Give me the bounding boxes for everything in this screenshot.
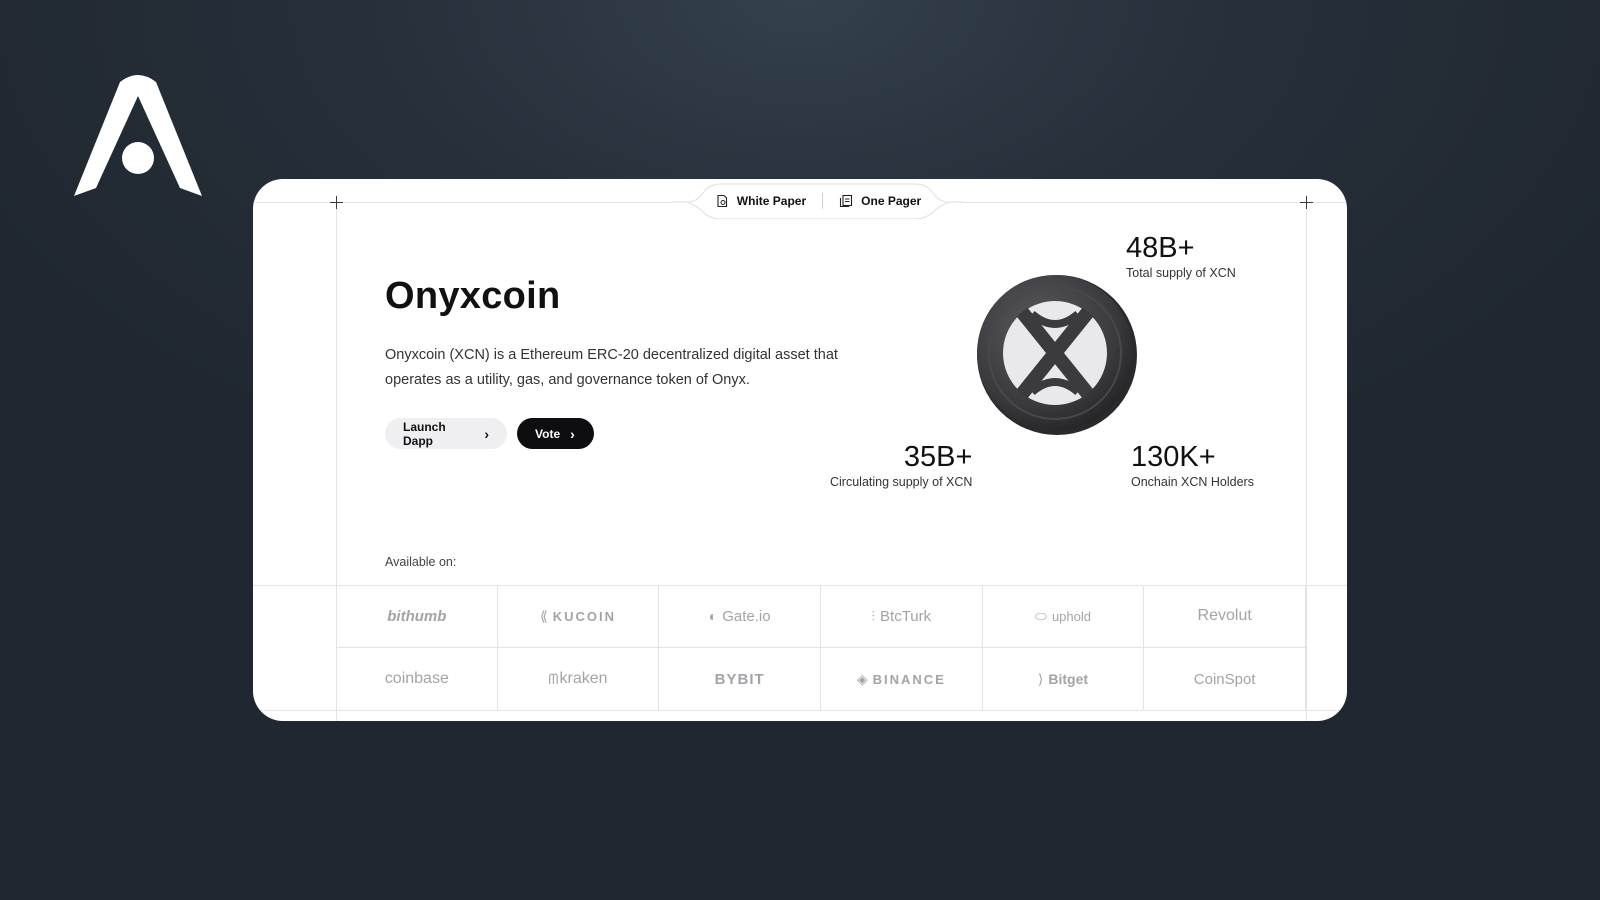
exchange-revolut[interactable]: Revolut	[1144, 585, 1306, 648]
tab-label: One Pager	[861, 194, 922, 208]
exchange-name: Revolut	[1197, 607, 1252, 624]
gate-icon: ◐	[708, 608, 718, 624]
exchange-name: bithumb	[387, 607, 447, 625]
kraken-icon: ᗰ	[548, 670, 559, 687]
tab-label: White Paper	[736, 194, 807, 208]
exchange-name: BYBIT	[714, 670, 765, 688]
exchange-name: CoinSpot	[1193, 670, 1256, 688]
launch-dapp-button[interactable]: Launch Dapp ›	[385, 418, 507, 449]
stat-value: 130K+	[1131, 441, 1216, 473]
document-icon	[717, 194, 727, 208]
kucoin-icon: ⟪	[539, 607, 548, 624]
stat-label: Total supply of XCN	[1126, 266, 1236, 280]
exchange-name: coinbase	[384, 670, 449, 687]
stat-holders: 130K+ Onchain XCN Holders	[1131, 440, 1254, 489]
exchange-name: Bitget	[1048, 671, 1089, 687]
exchange-coinspot[interactable]: CoinSpot	[1144, 648, 1306, 711]
vote-button[interactable]: Vote ›	[517, 418, 594, 449]
exchange-grid: bithumb ⟪ KUCOIN ◐ Gate.io ⫶ BtcTurk ⬭ u…	[336, 585, 1306, 711]
available-on-label: Available on:	[385, 555, 457, 569]
exchange-name: KUCOIN	[552, 608, 617, 624]
uphold-icon: ⬭	[1034, 607, 1047, 624]
stat-value: 48B+	[1126, 232, 1195, 264]
exchange-btcturk[interactable]: ⫶ BtcTurk	[821, 585, 983, 648]
onyxcoin-logo-icon	[977, 275, 1137, 435]
page-title: Onyxcoin	[385, 275, 561, 317]
stat-value: 35B+	[903, 441, 973, 473]
binance-icon: ◈	[856, 670, 868, 687]
frame-line-right	[1306, 202, 1307, 721]
pages-icon	[840, 194, 853, 208]
exchange-binance[interactable]: ◈ BINANCE	[821, 648, 983, 711]
exchange-name: kraken	[559, 670, 608, 687]
tab-white-paper[interactable]: White Paper	[699, 194, 822, 208]
crosshair-icon	[1300, 196, 1313, 209]
exchange-kraken[interactable]: ᗰ kraken	[497, 648, 660, 711]
exchange-uphold[interactable]: ⬭ uphold	[982, 585, 1145, 648]
exchange-name: Gate.io	[722, 607, 771, 625]
btcturk-icon: ⫶	[871, 607, 876, 624]
button-label: Vote	[535, 426, 561, 441]
chevron-right-icon: ›	[570, 425, 575, 442]
exchange-name: BtcTurk	[880, 607, 932, 625]
exchange-coinbase[interactable]: coinbase	[336, 648, 498, 711]
exchange-bithumb[interactable]: bithumb	[336, 585, 498, 648]
document-tabs: White Paper One Pager	[673, 183, 963, 219]
tab-one-pager[interactable]: One Pager	[823, 194, 937, 208]
exchange-name: uphold	[1051, 608, 1091, 624]
exchange-bybit[interactable]: BYBIT	[659, 648, 821, 711]
chevron-right-icon: ›	[484, 425, 489, 442]
button-label: Launch Dapp	[403, 419, 446, 448]
brand-logo-icon[interactable]	[74, 74, 202, 198]
crosshair-icon	[330, 196, 343, 209]
stat-total-supply: 48B+ Total supply of XCN	[1126, 231, 1236, 280]
stat-label: Onchain XCN Holders	[1131, 475, 1254, 489]
stat-label: Circulating supply of XCN	[830, 475, 973, 489]
exchange-name: BINANCE	[872, 671, 946, 687]
bitget-icon: ⟩	[1037, 670, 1044, 687]
stat-circulating-supply: 35B+ Circulating supply of XCN	[830, 440, 972, 489]
exchange-gate[interactable]: ◐ Gate.io	[659, 585, 821, 648]
token-card: White Paper One Pager Onyxcoin Onyxcoin …	[253, 179, 1347, 721]
exchange-bitget[interactable]: ⟩ Bitget	[982, 648, 1145, 711]
exchange-kucoin[interactable]: ⟪ KUCOIN	[497, 585, 660, 648]
token-description: Onyxcoin (XCN) is a Ethereum ERC-20 dece…	[385, 347, 838, 388]
